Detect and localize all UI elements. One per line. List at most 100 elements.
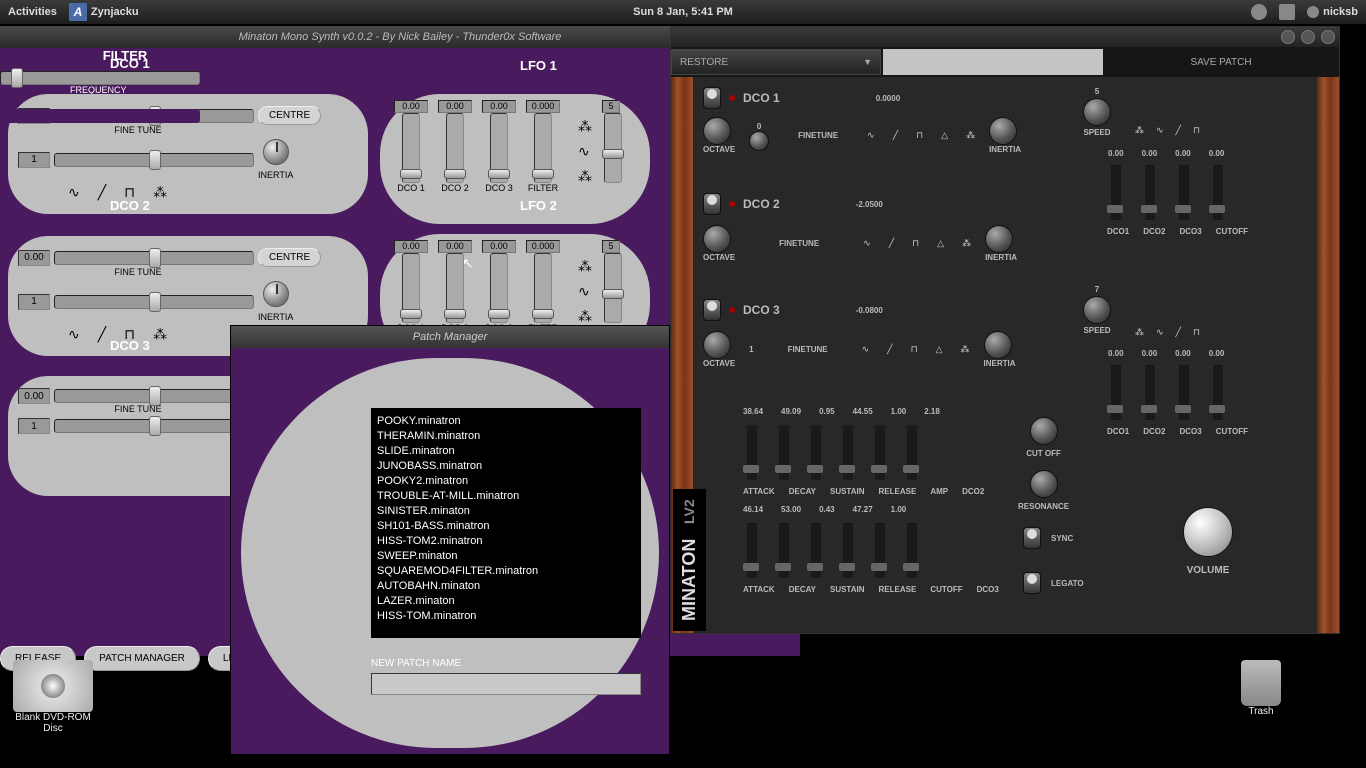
square-icon[interactable]: ⊓ xyxy=(911,344,918,355)
dco2-centre-button[interactable]: CENTRE xyxy=(258,248,321,267)
dco3-octave[interactable]: 1 xyxy=(18,418,50,434)
lfo1-dco2-slider[interactable] xyxy=(446,113,464,183)
lfo1-speed-knob[interactable] xyxy=(1083,98,1111,126)
dco2-octave[interactable]: 1 xyxy=(18,294,50,310)
volume-knob[interactable] xyxy=(1183,507,1233,557)
env-slider[interactable] xyxy=(779,523,789,578)
patchmgr-title[interactable]: Patch Manager xyxy=(231,326,669,348)
patch-item[interactable]: SLIDE.minatron xyxy=(377,444,635,459)
sine-icon[interactable]: ∿ xyxy=(862,344,870,355)
new-patch-input[interactable] xyxy=(371,673,641,695)
env-slider[interactable] xyxy=(1213,365,1223,420)
user-menu[interactable]: nicksb xyxy=(1307,6,1358,18)
sine-icon[interactable]: ∿ xyxy=(867,130,875,141)
patch-item[interactable]: SWEEP.minaton xyxy=(377,549,635,564)
dco3-inertia-knob[interactable] xyxy=(984,331,1012,359)
dco2-inertia-knob[interactable] xyxy=(263,281,289,307)
lfo1-filter-slider[interactable] xyxy=(534,113,552,183)
patch-item[interactable]: SINISTER.minaton xyxy=(377,504,635,519)
restore-dropdown[interactable]: RESTORE▼ xyxy=(671,49,881,75)
env-slider[interactable] xyxy=(1111,365,1121,420)
patch-item[interactable]: AUTOBAHN.minaton xyxy=(377,579,635,594)
dco1-octave-slider[interactable] xyxy=(54,153,254,167)
noise-icon[interactable]: ⁂ xyxy=(966,130,975,141)
window-titlebar[interactable] xyxy=(671,27,1339,47)
trash-desktop-icon[interactable]: Trash xyxy=(1216,660,1306,717)
saw-icon[interactable]: ╱ xyxy=(98,326,106,343)
env-slider[interactable] xyxy=(747,523,757,578)
save-patch-button[interactable]: SAVE PATCH xyxy=(1103,57,1339,68)
patch-item[interactable]: TROUBLE-AT-MILL.minatron xyxy=(377,489,635,504)
patch-item[interactable]: THERAMIN.minatron xyxy=(377,429,635,444)
saw-icon[interactable]: ╱ xyxy=(1176,125,1181,136)
patch-display[interactable] xyxy=(883,49,1103,75)
saw-icon[interactable]: ╱ xyxy=(887,344,892,355)
lfo2-filter-slider[interactable] xyxy=(534,253,552,323)
noise-icon[interactable]: ⁂ xyxy=(153,326,167,343)
lfo2-speed-slider[interactable] xyxy=(604,253,622,323)
noise-icon[interactable]: ⁂ xyxy=(153,184,167,201)
dco3-finetune-slider[interactable] xyxy=(54,389,254,403)
env-slider[interactable] xyxy=(843,523,853,578)
dco2-inertia-knob[interactable] xyxy=(985,225,1013,253)
legato-switch[interactable] xyxy=(1023,572,1041,594)
active-app[interactable]: AZynjacku xyxy=(69,3,139,21)
patch-manager-button[interactable]: PATCH MANAGER xyxy=(84,646,200,671)
dco1-switch[interactable] xyxy=(703,87,721,109)
saw-icon[interactable]: ╱ xyxy=(1176,327,1181,338)
tri-icon[interactable]: △ xyxy=(941,130,948,141)
noise-icon[interactable]: ⁂ xyxy=(962,238,971,249)
noise-icon[interactable]: ⁂ xyxy=(1135,327,1144,338)
lfo1-waves[interactable]: ⁂∿⁂ xyxy=(578,118,592,193)
env-slider[interactable] xyxy=(1179,165,1189,220)
sync-switch[interactable] xyxy=(1023,527,1041,549)
clock[interactable]: Sun 8 Jan, 5:41 PM xyxy=(633,6,733,18)
patch-item[interactable]: LAZER.minaton xyxy=(377,594,635,609)
env-slider[interactable] xyxy=(875,523,885,578)
lfo2-dco2-slider[interactable] xyxy=(446,253,464,323)
square-icon[interactable]: ⊓ xyxy=(916,130,923,141)
dco2-octave-knob[interactable] xyxy=(703,225,731,253)
lfo2-speed-knob[interactable] xyxy=(1083,296,1111,324)
dco1-octave[interactable]: 1 xyxy=(18,152,50,168)
sine-icon[interactable]: ∿ xyxy=(68,184,80,201)
maximize-icon[interactable] xyxy=(1301,30,1315,44)
minimize-icon[interactable] xyxy=(1281,30,1295,44)
resonance-knob[interactable] xyxy=(1030,470,1058,498)
patch-list[interactable]: POOKY.minatronTHERAMIN.minatronSLIDE.min… xyxy=(371,408,641,638)
env-slider[interactable] xyxy=(811,523,821,578)
filter-freq-slider[interactable] xyxy=(0,71,200,85)
dco3-value[interactable]: 0.00 xyxy=(18,388,50,404)
square-icon[interactable]: ⊓ xyxy=(912,238,919,249)
dco3-octave-knob[interactable] xyxy=(703,331,731,359)
sine-icon[interactable]: ∿ xyxy=(68,326,80,343)
dco2-switch[interactable] xyxy=(703,193,721,215)
dco1-inertia-knob[interactable] xyxy=(989,117,1017,145)
sine-icon[interactable]: ∿ xyxy=(863,238,871,249)
lfo1-speed-slider[interactable] xyxy=(604,113,622,183)
lfo2-dco3-slider[interactable] xyxy=(490,253,508,323)
env-slider[interactable] xyxy=(843,425,853,480)
dco3-switch[interactable] xyxy=(703,299,721,321)
dco1-inertia-knob[interactable] xyxy=(263,139,289,165)
tri-icon[interactable]: △ xyxy=(936,344,943,355)
env-slider[interactable] xyxy=(907,425,917,480)
close-icon[interactable] xyxy=(1321,30,1335,44)
tri-icon[interactable]: △ xyxy=(937,238,944,249)
lfo2-dco1-slider[interactable] xyxy=(402,253,420,323)
env-slider[interactable] xyxy=(875,425,885,480)
env-slider[interactable] xyxy=(747,425,757,480)
cutoff-knob[interactable] xyxy=(1030,417,1058,445)
saw-icon[interactable]: ╱ xyxy=(98,184,106,201)
saw-icon[interactable]: ╱ xyxy=(889,238,894,249)
activities-button[interactable]: Activities xyxy=(8,6,57,18)
saw-icon[interactable]: ╱ xyxy=(893,130,898,141)
lfo2-waves[interactable]: ⁂∿⁂ xyxy=(578,258,592,333)
dco1-centre-button[interactable]: CENTRE xyxy=(258,106,321,125)
noise-icon[interactable]: ⁂ xyxy=(1135,125,1144,136)
env-slider[interactable] xyxy=(1179,365,1189,420)
dco1-waveforms[interactable]: ∿╱⊓⁂ xyxy=(18,184,358,201)
square-icon[interactable]: ⊓ xyxy=(1193,125,1200,136)
patch-item[interactable]: SQUAREMOD4FILTER.minatron xyxy=(377,564,635,579)
env-slider[interactable] xyxy=(811,425,821,480)
